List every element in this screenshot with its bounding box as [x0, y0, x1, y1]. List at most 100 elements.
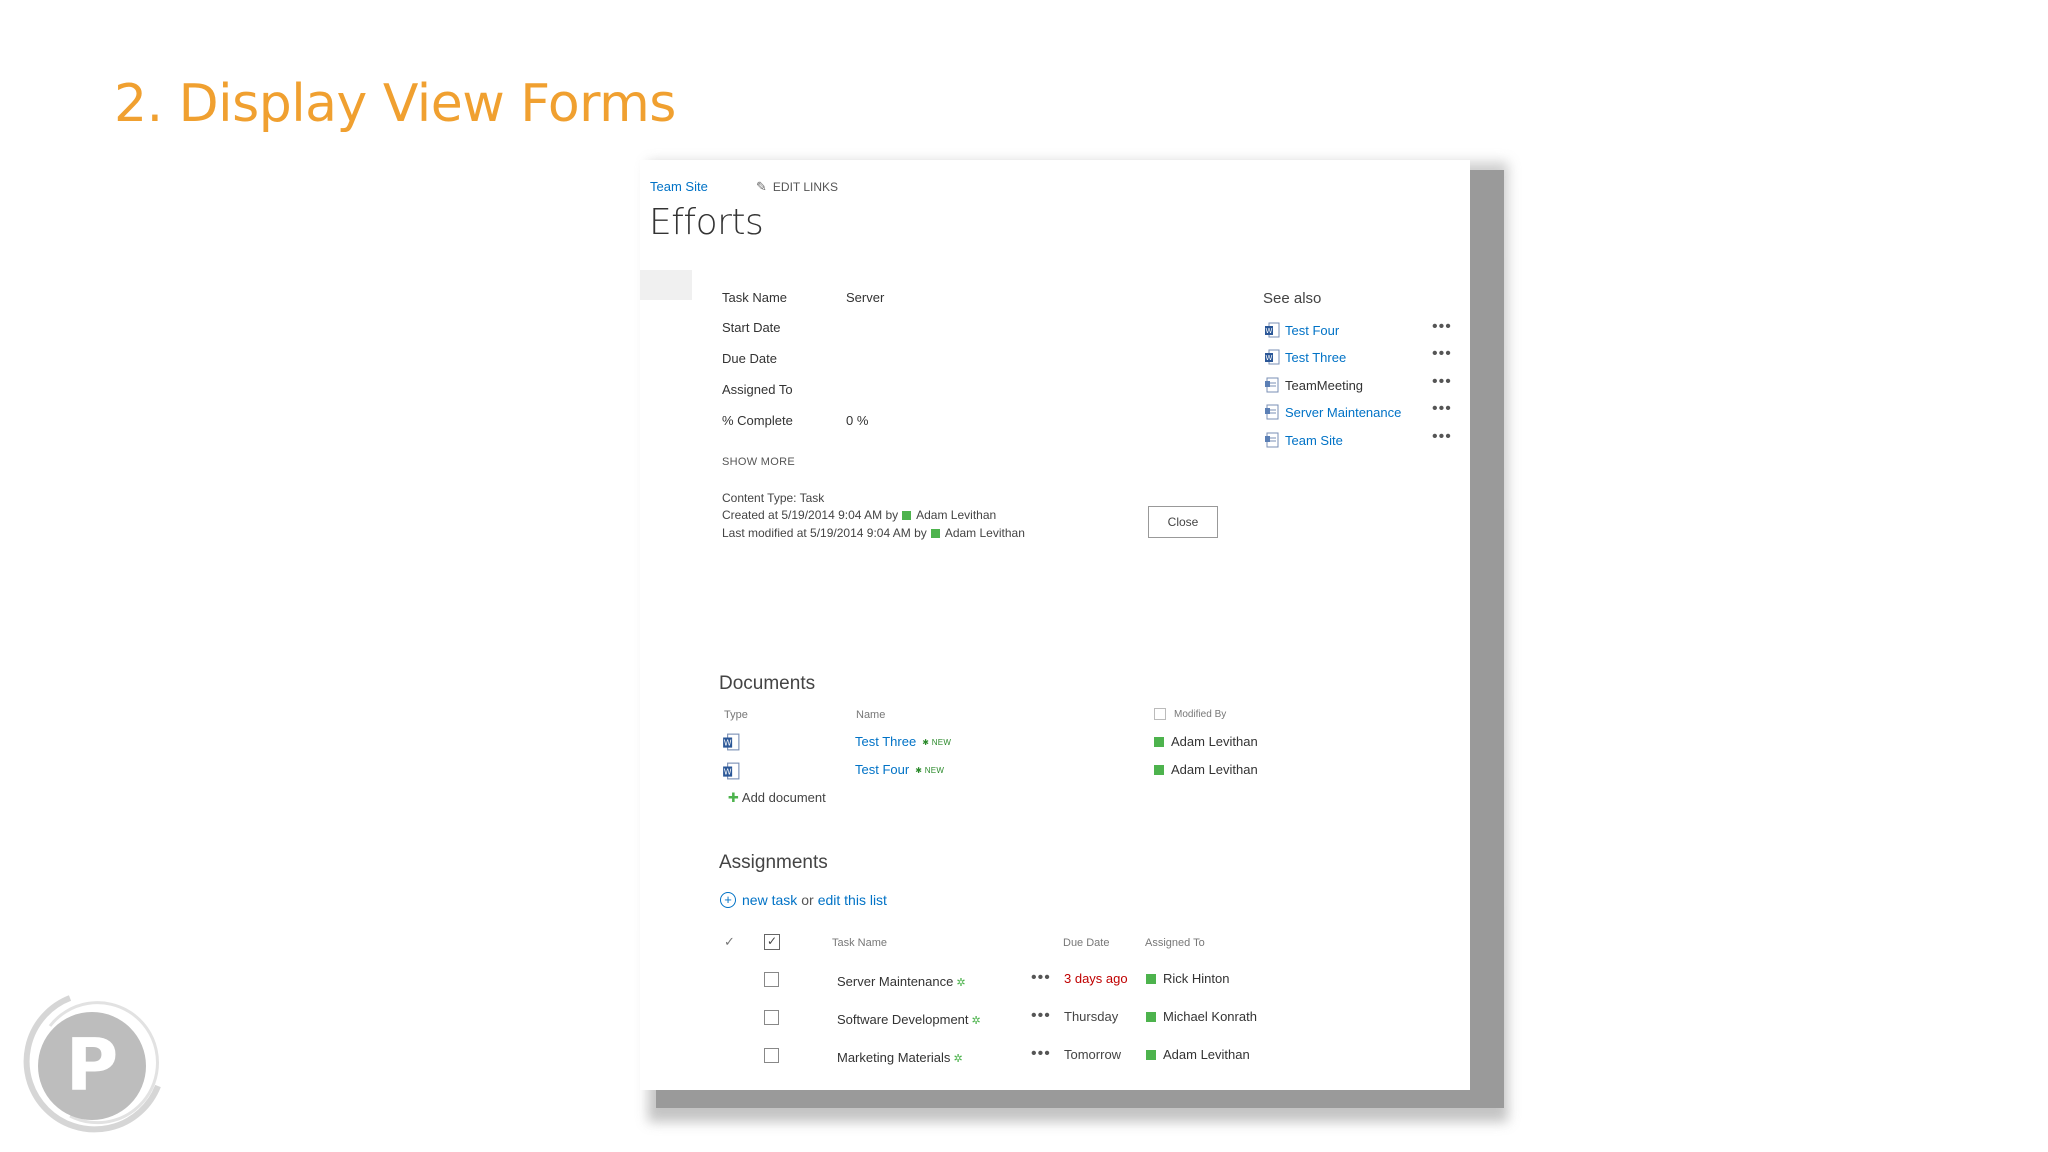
field-label-assigned-to: Assigned To	[722, 382, 793, 397]
see-also-menu-button[interactable]: •••	[1432, 428, 1452, 446]
field-label-due-date: Due Date	[722, 351, 777, 366]
task-checkbox[interactable]	[764, 1010, 779, 1025]
add-document-link[interactable]: ✚ Add document	[728, 790, 826, 806]
person-name: Adam Levithan	[1163, 1047, 1250, 1062]
assignments-title: Assignments	[719, 852, 828, 873]
column-header-modified-by[interactable]: Modified By	[1174, 709, 1226, 720]
see-also-label: Team Site	[1285, 432, 1343, 448]
modified-by-user[interactable]: Adam Levithan	[1154, 762, 1258, 777]
select-all-tasks-checkbox[interactable]: ✓	[764, 934, 780, 950]
modified-by-link[interactable]: Adam Levithan	[945, 526, 1025, 540]
select-all-checkbox[interactable]	[1154, 708, 1166, 720]
new-task-bar: + new task or edit this list	[720, 892, 887, 908]
task-link-software-development[interactable]: Software Development ✲	[837, 1012, 981, 1027]
person-name: Michael Konrath	[1163, 1009, 1257, 1024]
task-due-date: Thursday	[1064, 1009, 1119, 1024]
task-checkbox[interactable]	[764, 972, 779, 987]
modified-info: Last modified at 5/19/2014 9:04 AM by Ada…	[722, 526, 1025, 540]
modified-prefix: Last modified at 5/19/2014 9:04 AM by	[722, 526, 927, 540]
screenshot-shadow-bottom	[656, 1090, 1504, 1108]
new-badge: ✱ NEW	[922, 738, 952, 748]
column-header-task-name[interactable]: Task Name	[832, 937, 887, 949]
page-icon	[1265, 404, 1279, 420]
task-menu-button[interactable]: •••	[1031, 1045, 1051, 1063]
see-also-item-test-four[interactable]: W Test Four	[1264, 322, 1339, 338]
new-item-icon: ✲	[971, 1015, 981, 1027]
presence-icon	[1154, 764, 1164, 775]
presence-icon	[1154, 736, 1164, 747]
task-checkbox[interactable]	[764, 1048, 779, 1063]
see-also-item-team-site[interactable]: Team Site	[1264, 432, 1343, 448]
word-document-icon: W	[723, 762, 740, 780]
new-item-icon: ✲	[953, 1053, 963, 1065]
field-value-task-name: Server	[846, 290, 885, 305]
add-circle-icon[interactable]: +	[720, 892, 736, 908]
new-badge: ✱ NEW	[915, 766, 945, 776]
task-link-marketing-materials[interactable]: Marketing Materials ✲	[837, 1050, 963, 1065]
pencil-icon: ✎	[756, 179, 767, 194]
new-task-link[interactable]: new task	[742, 892, 797, 908]
task-menu-button[interactable]: •••	[1031, 969, 1051, 987]
svg-text:W: W	[1266, 327, 1273, 335]
person-name: Adam Levithan	[1171, 762, 1258, 777]
company-logo: P	[23, 995, 161, 1133]
or-text: or	[801, 892, 814, 908]
task-menu-button[interactable]: •••	[1031, 1007, 1051, 1025]
presence-icon	[930, 529, 940, 539]
plus-icon: ✚	[728, 790, 739, 805]
close-button[interactable]: Close	[1148, 506, 1218, 538]
see-also-label: Server Maintenance	[1285, 404, 1402, 420]
task-name: Marketing Materials	[837, 1050, 951, 1065]
page-title: Efforts	[649, 202, 764, 243]
task-name: Software Development	[837, 1012, 969, 1027]
task-link-server-maintenance[interactable]: Server Maintenance ✲	[837, 974, 966, 989]
created-by-link[interactable]: Adam Levithan	[916, 508, 996, 522]
checkmark-icon: ✓	[724, 934, 735, 949]
see-also-item-teammeeting[interactable]: TeamMeeting	[1264, 377, 1363, 393]
edit-links-label: EDIT LINKS	[772, 180, 839, 194]
documents-title: Documents	[719, 673, 816, 694]
task-due-date: 3 days ago	[1064, 971, 1128, 986]
field-label-task-name: Task Name	[722, 290, 788, 305]
field-label-percent-complete: % Complete	[722, 413, 793, 428]
see-also-title: See also	[1263, 290, 1322, 307]
see-also-item-test-three[interactable]: W Test Three	[1264, 349, 1346, 365]
edit-list-link[interactable]: edit this list	[818, 892, 887, 908]
new-item-icon: ✲	[956, 977, 966, 989]
slide-title: 2. Display View Forms	[114, 74, 676, 134]
assigned-user[interactable]: Michael Konrath	[1146, 1009, 1257, 1024]
modified-by-user[interactable]: Adam Levithan	[1154, 734, 1258, 749]
document-name: Test Three	[855, 734, 917, 749]
assigned-user[interactable]: Rick Hinton	[1146, 971, 1229, 986]
see-also-label: TeamMeeting	[1285, 377, 1364, 393]
assigned-user[interactable]: Adam Levithan	[1146, 1047, 1250, 1062]
column-header-name[interactable]: Name	[856, 709, 885, 721]
see-also-label: Test Three	[1285, 349, 1347, 365]
breadcrumb-team-site[interactable]: Team Site	[650, 179, 708, 194]
see-also-menu-button[interactable]: •••	[1432, 400, 1452, 418]
word-document-icon: W	[723, 733, 740, 751]
page-icon	[1265, 377, 1279, 393]
show-more-link[interactable]: SHOW MORE	[722, 456, 795, 468]
presence-icon	[1146, 1049, 1156, 1060]
task-due-date: Tomorrow	[1064, 1047, 1122, 1062]
word-document-icon: W	[1265, 322, 1280, 338]
document-link-test-three[interactable]: Test Three ✱ NEW	[855, 734, 951, 749]
person-name: Rick Hinton	[1163, 971, 1230, 986]
see-also-menu-button[interactable]: •••	[1432, 345, 1452, 363]
column-header-type[interactable]: Type	[724, 709, 748, 721]
see-also-menu-button[interactable]: •••	[1432, 373, 1452, 391]
column-header-due-date[interactable]: Due Date	[1063, 937, 1109, 949]
task-name: Server Maintenance	[837, 974, 954, 989]
svg-text:W: W	[724, 738, 732, 747]
person-name: Adam Levithan	[1171, 734, 1258, 749]
sharepoint-display-form: Team Site ✎ EDIT LINKS Efforts Task Name …	[640, 160, 1470, 1090]
page-icon	[1265, 432, 1279, 448]
column-header-assigned-to[interactable]: Assigned To	[1145, 937, 1205, 949]
see-also-menu-button[interactable]: •••	[1432, 318, 1452, 336]
edit-links-button[interactable]: ✎ EDIT LINKS	[756, 179, 838, 195]
see-also-item-server-maintenance[interactable]: Server Maintenance	[1264, 404, 1401, 420]
document-link-test-four[interactable]: Test Four ✱ NEW	[855, 762, 944, 777]
content-type-text: Content Type: Task	[722, 491, 825, 505]
svg-text:P: P	[66, 1023, 119, 1107]
